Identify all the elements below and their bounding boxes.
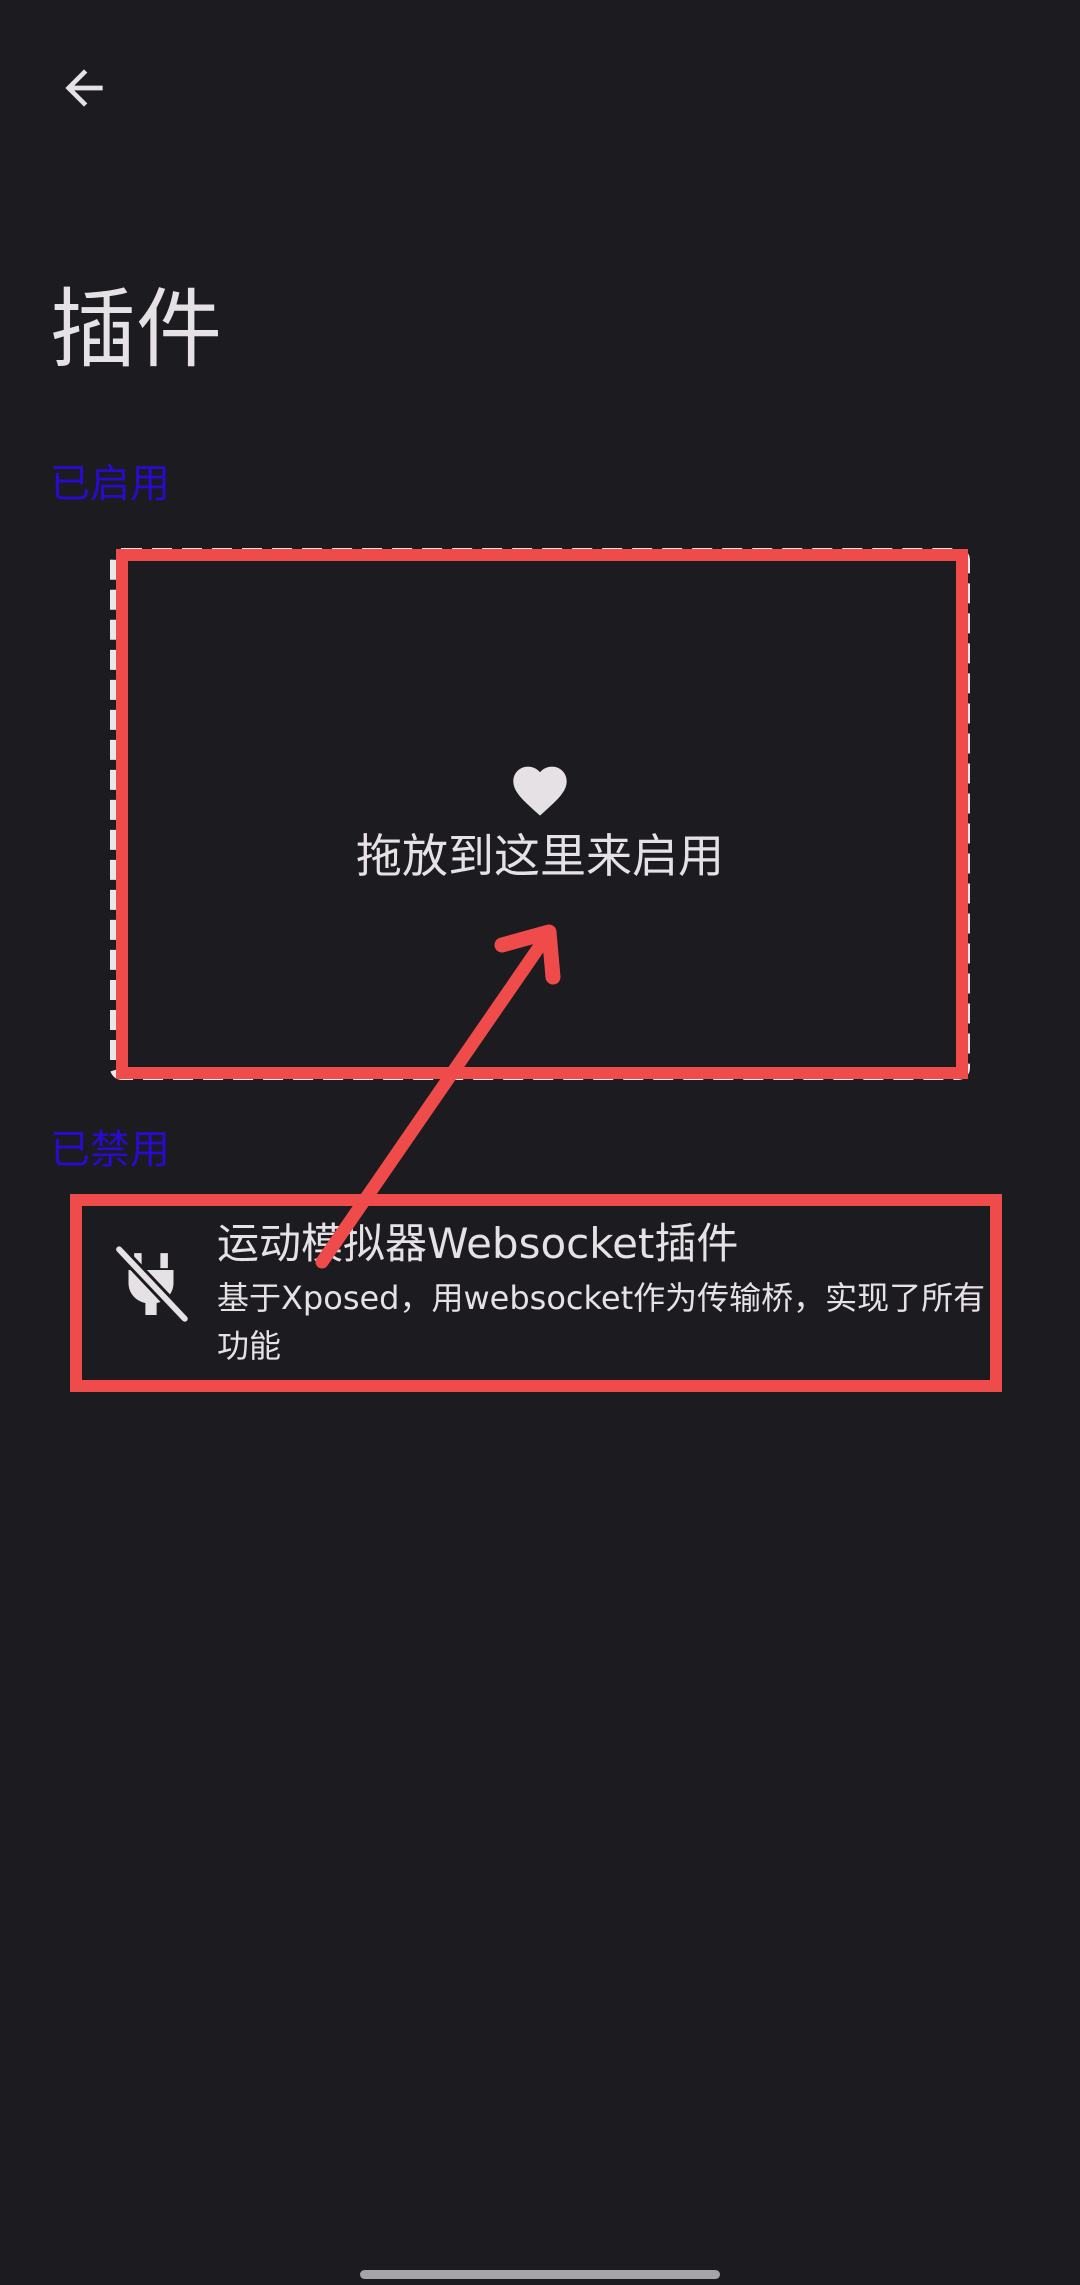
- arrow-back-icon: [65, 69, 103, 107]
- section-label-enabled: 已启用: [50, 461, 170, 507]
- home-indicator: [360, 2270, 720, 2279]
- annotation-box-plugin: [70, 1194, 1002, 1392]
- page-title: 插件: [50, 280, 222, 380]
- annotation-box-drop-zone: [116, 549, 968, 1079]
- section-label-disabled: 已禁用: [50, 1127, 170, 1173]
- back-button[interactable]: [48, 52, 120, 124]
